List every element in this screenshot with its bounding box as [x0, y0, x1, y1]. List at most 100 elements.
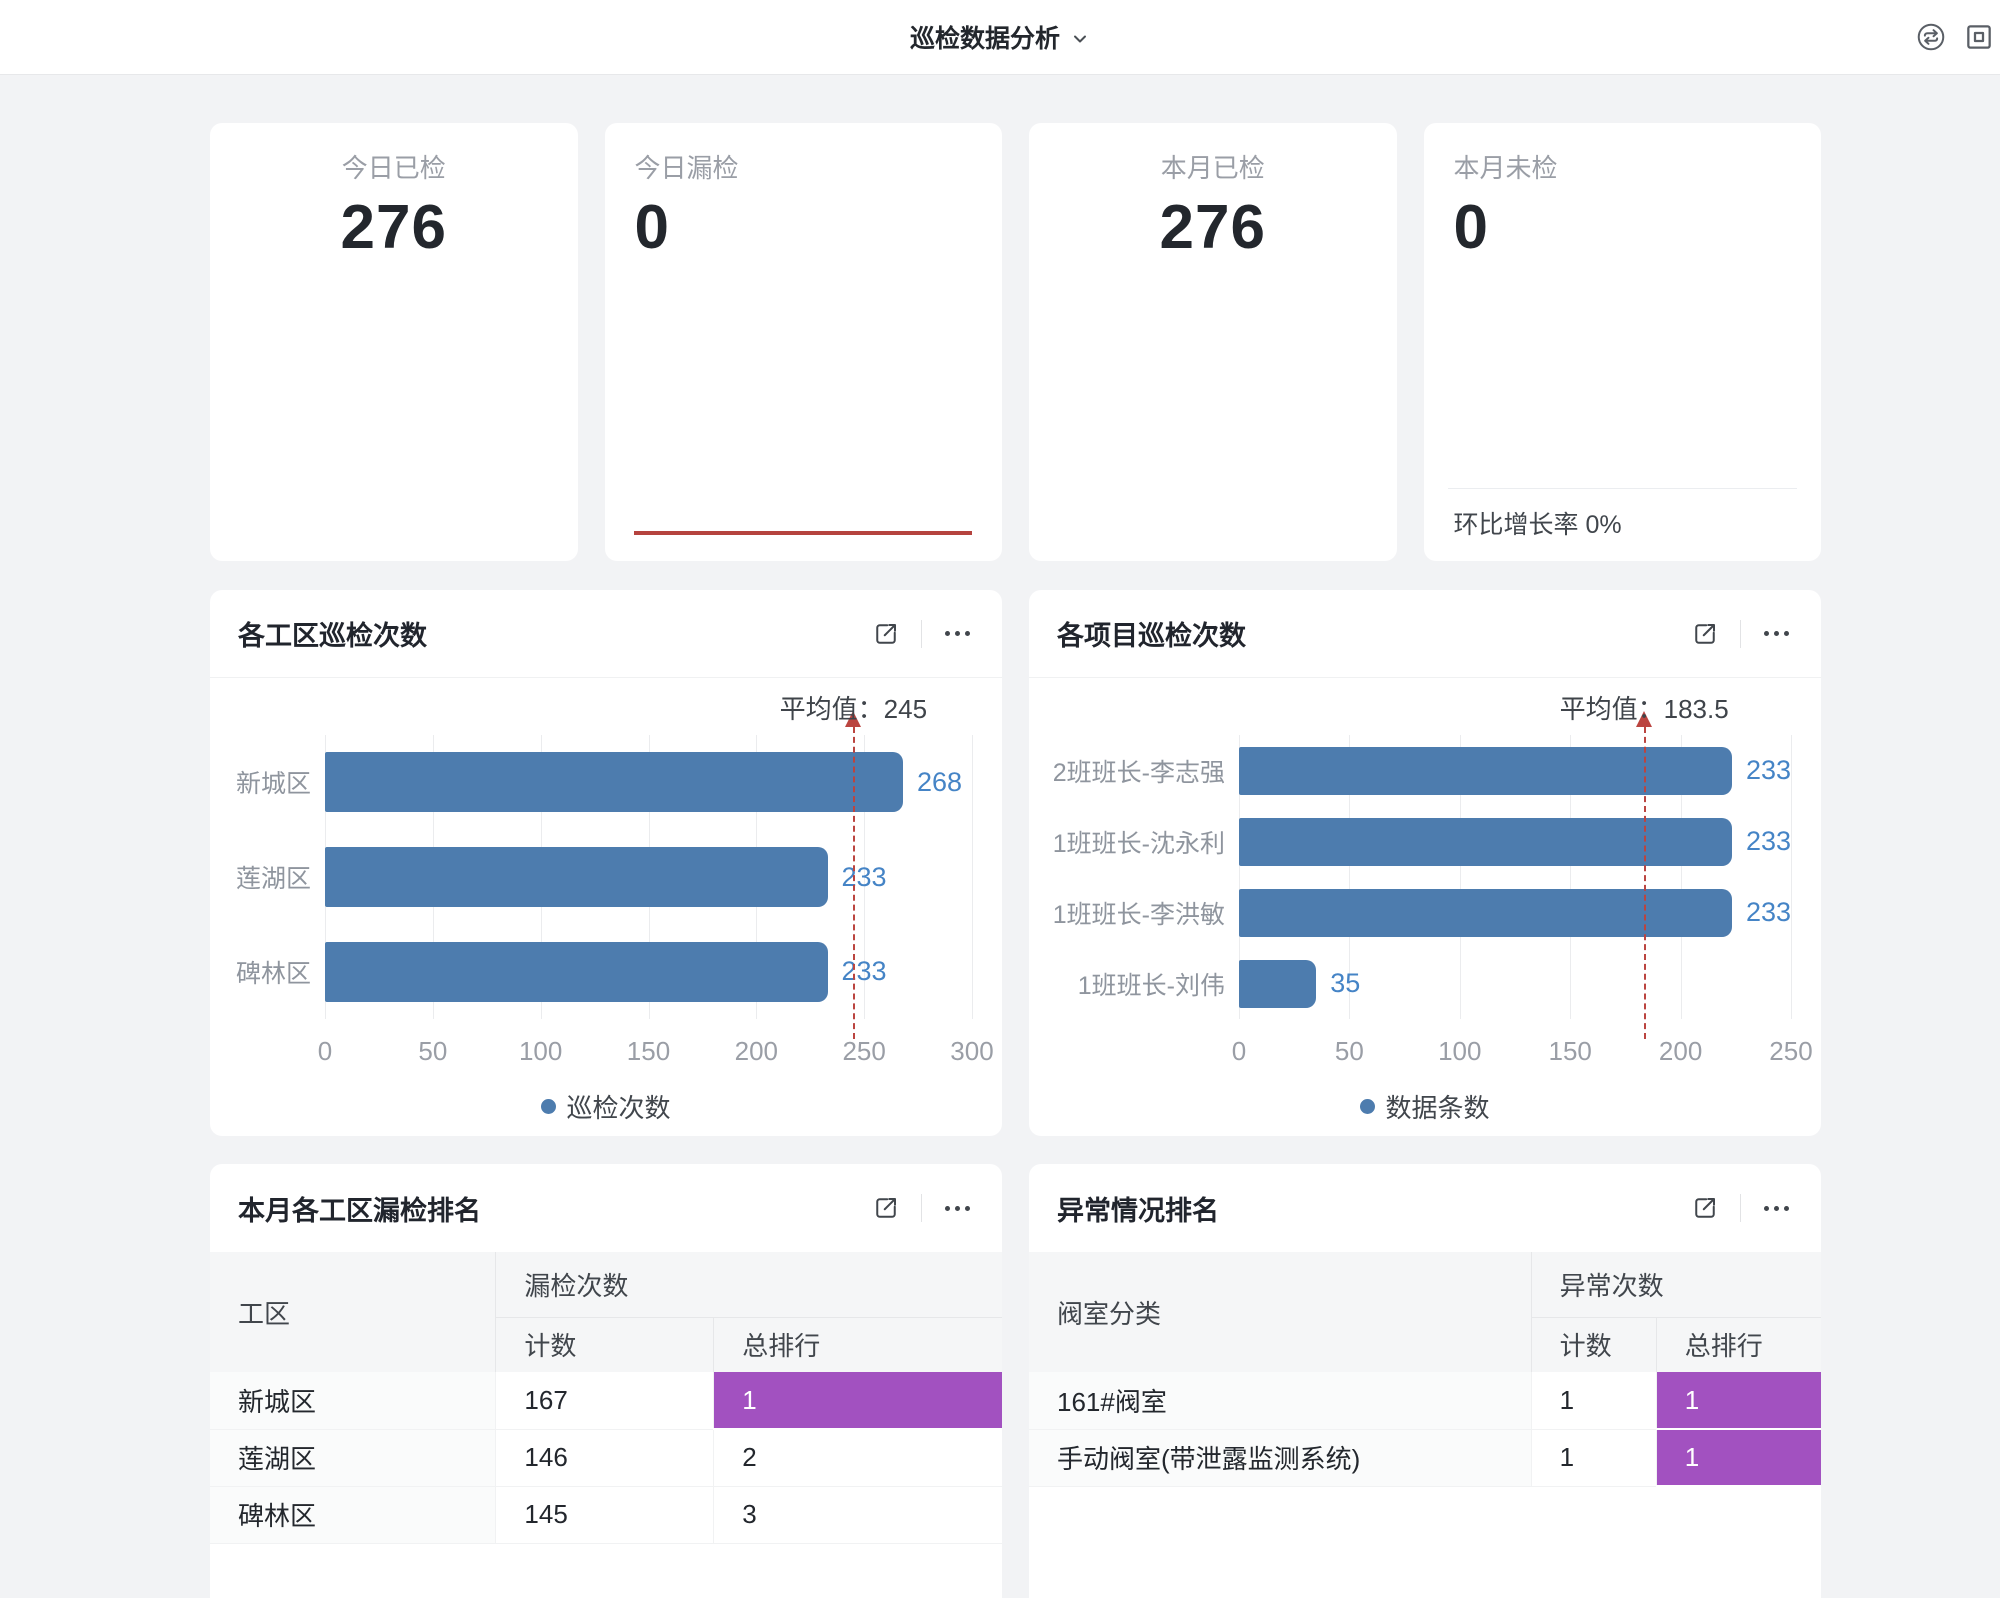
column-header: 计数 — [496, 1317, 714, 1372]
export-icon[interactable] — [869, 617, 903, 651]
rank-cell: 3 — [714, 1486, 1002, 1543]
more-menu-icon[interactable] — [940, 1191, 974, 1225]
dashboard-title-dropdown[interactable]: 巡检数据分析 — [910, 19, 1090, 55]
column-header: 总排行 — [1656, 1317, 1821, 1372]
tables-row: 本月各工区漏检排名 工区 漏检 — [210, 1164, 1821, 1598]
bar-row: 1班班长-沈永利233 — [1239, 806, 1791, 877]
table-row: 手动阀室(带泄露监测系统)11 — [1029, 1429, 1821, 1486]
growth-rate-text: 环比增长率 0% — [1454, 505, 1622, 541]
x-tick-label: 50 — [1335, 1036, 1364, 1067]
more-menu-icon[interactable] — [1759, 617, 1793, 651]
bar[interactable] — [325, 942, 828, 1002]
stat-card-month-inspected: 本月已检 276 — [1029, 123, 1397, 561]
page-title: 巡检数据分析 — [910, 19, 1060, 55]
more-menu-icon[interactable] — [1759, 1191, 1793, 1225]
average-line — [853, 727, 855, 1039]
chart-legend[interactable]: 数据条数 — [1029, 1088, 1821, 1125]
bar-track: 233 — [325, 942, 972, 1002]
export-icon[interactable] — [1688, 1191, 1722, 1225]
table-row: 莲湖区1462 — [210, 1429, 1002, 1486]
category-label: 新城区 — [236, 764, 311, 800]
bar-row: 莲湖区233 — [325, 830, 972, 925]
x-tick-label: 0 — [318, 1036, 332, 1067]
bar-track: 233 — [325, 847, 972, 907]
swap-circle-icon[interactable] — [1914, 20, 1948, 54]
x-tick-label: 300 — [950, 1036, 993, 1067]
column-header: 总排行 — [714, 1317, 1002, 1372]
bar[interactable] — [1239, 747, 1732, 795]
alert-underline — [634, 531, 973, 535]
panel-title: 各工区巡检次数 — [238, 614, 427, 653]
x-tick-label: 150 — [627, 1036, 670, 1067]
column-header: 工区 — [210, 1252, 496, 1372]
window-icon[interactable] — [1962, 20, 1996, 54]
export-icon[interactable] — [869, 1191, 903, 1225]
bar-chart-project: 2班班长-李志强2331班班长-沈永利2331班班长-李洪敏2331班班长-刘伟… — [1029, 678, 1821, 1136]
row-name-cell: 莲湖区 — [210, 1429, 496, 1486]
chevron-down-icon — [1070, 29, 1090, 49]
legend-label: 巡检次数 — [566, 1088, 670, 1125]
group-header: 异常次数 — [1531, 1252, 1821, 1317]
count-cell: 1 — [1531, 1429, 1656, 1486]
row-name-cell: 碑林区 — [210, 1486, 496, 1543]
bar-value-label: 233 — [842, 864, 887, 891]
bar-track: 268 — [325, 752, 972, 812]
stat-card-today-missed: 今日漏检 0 — [605, 123, 1003, 561]
bar[interactable] — [1239, 818, 1732, 866]
category-label: 1班班长-沈永利 — [1053, 824, 1225, 860]
bar[interactable] — [1239, 960, 1316, 1008]
stat-value: 0 — [1454, 193, 1822, 263]
bar-track: 233 — [1239, 818, 1791, 866]
bar-row: 新城区268 — [325, 735, 972, 830]
bar-value-label: 35 — [1330, 970, 1360, 997]
average-line — [1644, 727, 1646, 1039]
bar-value-label: 233 — [1746, 899, 1791, 926]
bar[interactable] — [325, 847, 828, 907]
category-label: 碑林区 — [236, 954, 311, 990]
legend-marker-icon — [541, 1099, 556, 1114]
table-row: 新城区1671 — [210, 1372, 1002, 1429]
x-tick-label: 100 — [519, 1036, 562, 1067]
count-cell: 167 — [496, 1372, 714, 1429]
more-menu-icon[interactable] — [940, 617, 974, 651]
gridline — [972, 735, 973, 1019]
dashboard-content: 今日已检 276 今日漏检 0 本月已检 276 本月未检 0 环比增长率 0%… — [0, 75, 2000, 1598]
category-label: 莲湖区 — [236, 859, 311, 895]
category-label: 2班班长-李志强 — [1053, 753, 1225, 789]
column-header: 阀室分类 — [1029, 1252, 1531, 1372]
chart-legend[interactable]: 巡检次数 — [210, 1088, 1002, 1125]
chart-panel-workzone: 各工区巡检次数 新城区268莲湖区233碑林区233 — [210, 590, 1002, 1136]
category-label: 1班班长-李洪敏 — [1053, 895, 1225, 931]
average-annotation: 平均值：245 — [780, 689, 927, 726]
anomaly-ranking-table: 阀室分类 异常次数 计数 总排行 161#阀室11手动阀室(带泄露监测系统)11 — [1029, 1252, 1821, 1487]
divider — [1448, 488, 1798, 489]
count-cell: 146 — [496, 1429, 714, 1486]
bar-row: 1班班长-李洪敏233 — [1239, 877, 1791, 948]
table-panel-missed-ranking: 本月各工区漏检排名 工区 漏检 — [210, 1164, 1002, 1598]
row-name-cell: 手动阀室(带泄露监测系统) — [1029, 1429, 1531, 1486]
export-icon[interactable] — [1688, 617, 1722, 651]
average-annotation: 平均值：183.5 — [1560, 689, 1729, 726]
bar[interactable] — [1239, 889, 1732, 937]
bar[interactable] — [325, 752, 903, 812]
table-row: 碑林区1453 — [210, 1486, 1002, 1543]
rank-cell: 1 — [1656, 1372, 1821, 1429]
legend-label: 数据条数 — [1385, 1088, 1489, 1125]
panel-title: 各项目巡检次数 — [1057, 614, 1246, 653]
bar-value-label: 233 — [1746, 828, 1791, 855]
stats-row: 今日已检 276 今日漏检 0 本月已检 276 本月未检 0 环比增长率 0% — [210, 123, 1821, 561]
chart-panel-project: 各项目巡检次数 2班班长-李志强2331班班长-沈永利2331班班长-李洪敏23… — [1029, 590, 1821, 1136]
row-name-cell: 161#阀室 — [1029, 1372, 1531, 1429]
x-tick-label: 250 — [842, 1036, 885, 1067]
x-tick-label: 200 — [1659, 1036, 1702, 1067]
stat-card-month-unchecked: 本月未检 0 环比增长率 0% — [1424, 123, 1822, 561]
legend-marker-icon — [1360, 1099, 1375, 1114]
table-panel-anomaly-ranking: 异常情况排名 阀室分类 异常次 — [1029, 1164, 1821, 1598]
bar-value-label: 233 — [842, 958, 887, 985]
bar-value-label: 268 — [917, 769, 962, 796]
bar-row: 2班班长-李志强233 — [1239, 735, 1791, 806]
count-cell: 1 — [1531, 1372, 1656, 1429]
chart-bars: 2班班长-李志强2331班班长-沈永利2331班班长-李洪敏2331班班长-刘伟… — [1239, 735, 1791, 1019]
stat-label: 今日已检 — [210, 151, 578, 185]
bar-track: 35 — [1239, 960, 1791, 1008]
